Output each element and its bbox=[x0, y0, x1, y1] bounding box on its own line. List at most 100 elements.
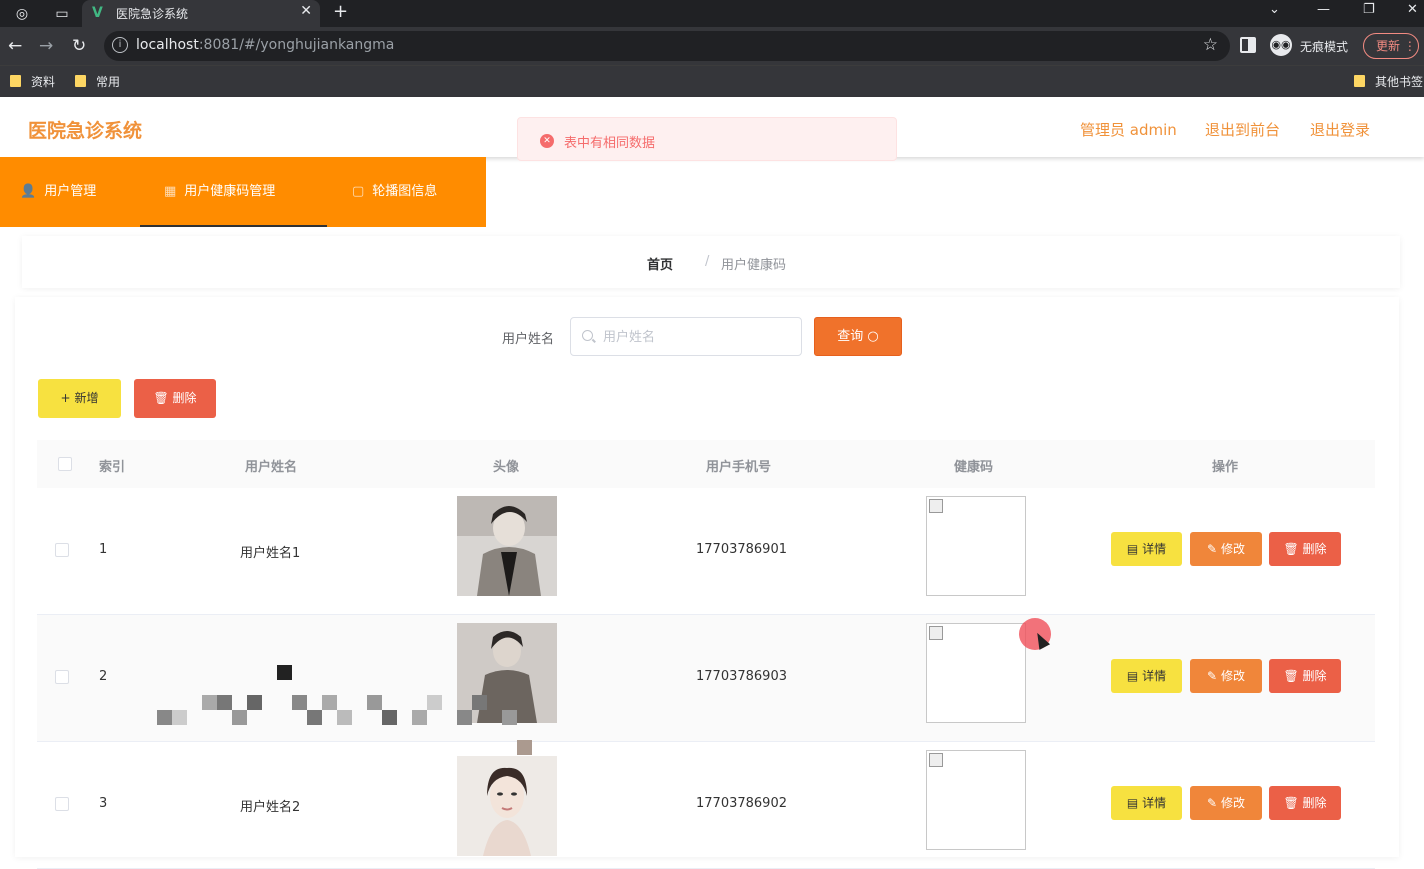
app-title: 医院急诊系统 bbox=[28, 120, 143, 142]
bookmark-star-icon[interactable]: ☆ bbox=[1203, 35, 1218, 55]
folder-icon bbox=[1354, 75, 1365, 87]
plus-icon: + bbox=[60, 391, 71, 405]
avatar[interactable] bbox=[457, 756, 557, 856]
incognito-icon[interactable]: ◉◉ bbox=[1270, 34, 1292, 56]
pixelation-overlay bbox=[157, 665, 557, 755]
document-icon: ▤ bbox=[1126, 542, 1139, 556]
close-window-icon[interactable]: ✕ bbox=[1407, 2, 1418, 17]
row-index: 2 bbox=[99, 669, 108, 684]
row-index: 3 bbox=[99, 796, 108, 811]
broken-image-icon bbox=[929, 626, 943, 640]
detail-button[interactable]: ▤ 详情 bbox=[1111, 532, 1182, 566]
side-panel-icon[interactable] bbox=[1240, 37, 1256, 53]
table-header: 索引 用户姓名 头像 用户手机号 健康码 操作 bbox=[37, 440, 1375, 488]
browser-tab-strip: ◎ ▭ V 医院急诊系统 ✕ + ⌄ — ❐ ✕ bbox=[0, 0, 1424, 27]
image-icon: ▢ bbox=[352, 184, 365, 199]
restore-icon[interactable]: ❐ bbox=[1363, 2, 1375, 17]
col-avatar: 头像 bbox=[493, 460, 520, 475]
chevron-down-icon[interactable]: ⌄ bbox=[1269, 2, 1280, 17]
url-text: localhost:8081/#/yonghujiankangma bbox=[136, 37, 395, 53]
col-index: 索引 bbox=[99, 460, 126, 475]
trash-icon: 🗑 bbox=[1283, 796, 1299, 810]
logout-link[interactable]: 退出登录 bbox=[1310, 119, 1370, 140]
broken-image-icon bbox=[929, 499, 943, 513]
minimize-icon[interactable]: — bbox=[1317, 2, 1330, 17]
tab-title: 医院急诊系统 bbox=[116, 7, 189, 21]
menu-item-user-management[interactable]: 👤 用户管理 bbox=[20, 157, 96, 227]
back-icon[interactable]: ← bbox=[8, 36, 22, 56]
bookmark-folder[interactable]: 常用 bbox=[75, 73, 120, 90]
avatar[interactable] bbox=[457, 496, 557, 596]
update-button[interactable]: 更新 ⋮ bbox=[1363, 33, 1419, 59]
delete-button[interactable]: 🗑 删除 bbox=[1269, 532, 1341, 566]
other-bookmarks[interactable]: 其他书签 bbox=[1354, 73, 1423, 90]
trash-icon: 🗑 bbox=[1283, 542, 1299, 556]
table-row: 1 用户姓名1 17703786901 ▤ 详情 ✎ 修改 🗑 删除 bbox=[37, 488, 1375, 615]
row-phone: 17703786902 bbox=[696, 796, 787, 811]
reload-icon[interactable]: ↻ bbox=[72, 36, 86, 56]
row-checkbox[interactable] bbox=[55, 543, 69, 557]
row-index: 1 bbox=[99, 542, 108, 557]
grid-icon: ▦ bbox=[164, 184, 177, 199]
row-name: 用户姓名2 bbox=[240, 800, 301, 815]
add-button[interactable]: + 新增 bbox=[38, 379, 121, 418]
table-row: 3 用户姓名2 17703786902 ▤ 详情 ✎ 修改 🗑 删除 bbox=[37, 742, 1375, 869]
address-bar: ← → ↻ i localhost:8081/#/yonghujiankangm… bbox=[0, 27, 1424, 65]
health-code-image[interactable] bbox=[926, 496, 1026, 596]
info-icon[interactable]: i bbox=[112, 37, 128, 53]
search-field[interactable] bbox=[570, 317, 802, 356]
breadcrumb-separator: / bbox=[705, 254, 710, 269]
new-tab-icon[interactable]: + bbox=[333, 1, 348, 22]
search-label: 用户姓名 bbox=[502, 332, 555, 347]
detail-button[interactable]: ▤ 详情 bbox=[1111, 786, 1182, 820]
select-all-checkbox[interactable] bbox=[58, 457, 72, 471]
edit-icon: ✎ bbox=[1207, 796, 1218, 810]
trash-icon: 🗑 bbox=[1283, 669, 1299, 683]
vue-logo-icon: V bbox=[92, 5, 103, 21]
row-name: 用户姓名1 bbox=[240, 546, 301, 561]
health-code-image[interactable] bbox=[926, 750, 1026, 850]
batch-delete-button[interactable]: 🗑 删除 bbox=[134, 379, 216, 418]
breadcrumb: 首页 / 用户健康码 bbox=[22, 236, 1400, 288]
edit-button[interactable]: ✎ 修改 bbox=[1190, 532, 1262, 566]
health-code-image[interactable] bbox=[926, 623, 1026, 723]
top-menu: 👤 用户管理 ▦ 用户健康码管理 ▢ 轮播图信息 bbox=[0, 157, 486, 227]
folder-icon bbox=[75, 75, 86, 87]
menu-item-carousel[interactable]: ▢ 轮播图信息 bbox=[352, 157, 437, 227]
col-actions: 操作 bbox=[1212, 460, 1239, 475]
menu-item-health-code[interactable]: ▦ 用户健康码管理 bbox=[140, 157, 327, 227]
url-field[interactable]: i localhost:8081/#/yonghujiankangma ☆ bbox=[104, 31, 1230, 61]
incognito-label: 无痕模式 bbox=[1300, 40, 1349, 54]
row-checkbox[interactable] bbox=[55, 670, 69, 684]
detail-button[interactable]: ▤ 详情 bbox=[1111, 659, 1182, 693]
col-health-code: 健康码 bbox=[954, 460, 994, 475]
col-name: 用户姓名 bbox=[245, 460, 298, 475]
window-icon[interactable]: ▭ bbox=[52, 4, 72, 24]
search-icon bbox=[582, 330, 593, 341]
forward-icon[interactable]: → bbox=[39, 36, 53, 56]
edit-icon: ✎ bbox=[1207, 669, 1218, 683]
to-front-link[interactable]: 退出到前台 bbox=[1205, 119, 1280, 140]
row-phone: 17703786903 bbox=[696, 669, 787, 684]
search-icon: ○ bbox=[867, 329, 879, 344]
edit-icon: ✎ bbox=[1207, 542, 1218, 556]
row-checkbox[interactable] bbox=[55, 797, 69, 811]
globe-icon[interactable]: ◎ bbox=[12, 4, 32, 24]
delete-button[interactable]: 🗑 删除 bbox=[1269, 786, 1341, 820]
browser-tab[interactable]: V 医院急诊系统 ✕ bbox=[82, 0, 320, 27]
breadcrumb-current: 用户健康码 bbox=[721, 258, 787, 273]
bookmark-folder[interactable]: 资料 bbox=[10, 73, 55, 90]
admin-link[interactable]: 管理员 admin bbox=[1080, 119, 1177, 140]
folder-icon bbox=[10, 75, 21, 87]
edit-button[interactable]: ✎ 修改 bbox=[1190, 659, 1262, 693]
search-input[interactable] bbox=[601, 326, 791, 348]
edit-button[interactable]: ✎ 修改 bbox=[1190, 786, 1262, 820]
breadcrumb-home[interactable]: 首页 bbox=[647, 254, 673, 273]
query-button[interactable]: 查询 ○ bbox=[814, 317, 902, 356]
error-toast: ✕ 表中有相同数据 bbox=[517, 117, 897, 161]
user-icon: 👤 bbox=[20, 184, 37, 199]
delete-button[interactable]: 🗑 删除 bbox=[1269, 659, 1341, 693]
close-icon[interactable]: ✕ bbox=[300, 3, 312, 19]
col-phone: 用户手机号 bbox=[706, 460, 772, 475]
document-icon: ▤ bbox=[1126, 796, 1139, 810]
